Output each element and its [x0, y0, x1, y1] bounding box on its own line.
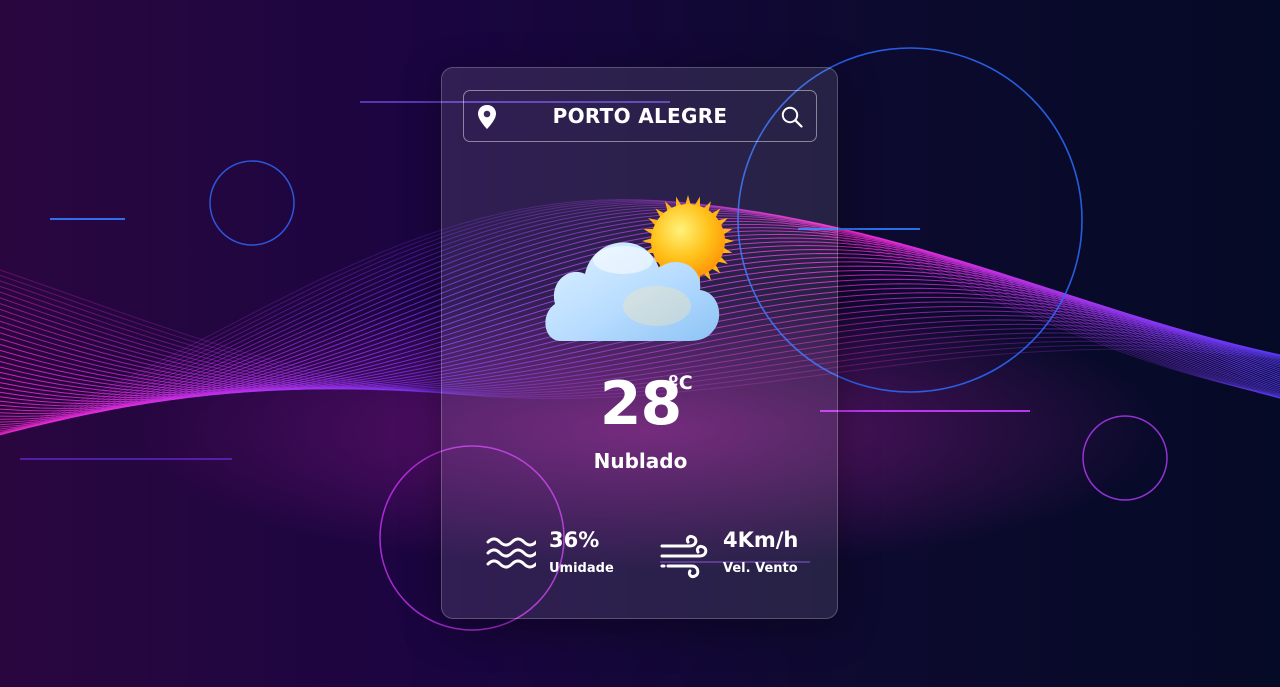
temperature-unit: ºC — [668, 372, 693, 394]
weather-condition: Nublado — [593, 449, 688, 473]
temperature-value: 28 — [599, 369, 683, 439]
water-waves-icon — [486, 537, 536, 569]
wind-icon — [660, 535, 708, 578]
cloud-sun-icon — [545, 195, 734, 341]
location-pin-icon — [478, 105, 496, 129]
location-search-bar[interactable]: PORTO ALEGRE — [463, 90, 817, 142]
wind-speed-value: 4Km/h — [723, 528, 799, 552]
weather-card: PORTO ALEGRE 28 ºC Nublado 36% Umidade 4… — [441, 67, 838, 619]
humidity-value: 36% — [549, 528, 600, 552]
wind-speed-label: Vel. Vento — [723, 561, 798, 576]
search-icon[interactable] — [780, 105, 804, 129]
city-name: PORTO ALEGRE — [552, 104, 728, 128]
humidity-label: Umidade — [549, 561, 614, 576]
